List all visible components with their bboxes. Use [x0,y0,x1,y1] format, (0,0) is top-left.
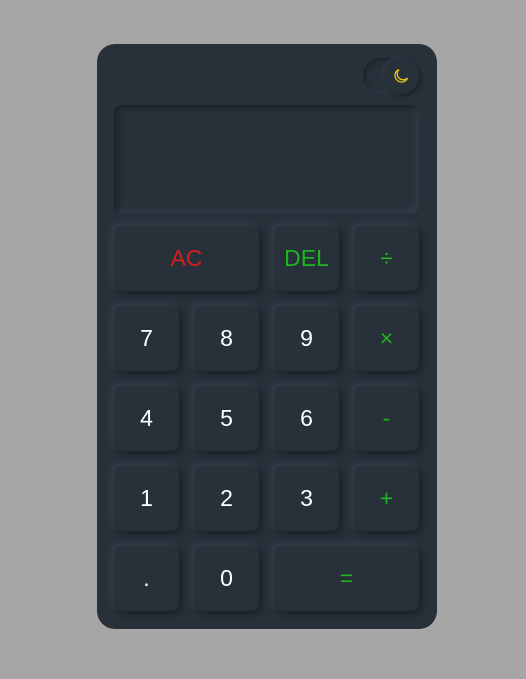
plus-button[interactable]: + [354,466,419,531]
minus-button[interactable]: - [354,386,419,451]
theme-toggle[interactable] [363,58,419,94]
digit-0-button[interactable]: 0 [194,546,259,611]
toggle-knob[interactable] [383,58,419,94]
all-clear-button[interactable]: AC [114,226,259,291]
digit-4-button[interactable]: 4 [114,386,179,451]
delete-button[interactable]: DEL [274,226,339,291]
result-display [114,105,419,213]
digit-8-button[interactable]: 8 [194,306,259,371]
divide-button[interactable]: ÷ [354,226,419,291]
digit-1-button[interactable]: 1 [114,466,179,531]
equals-button[interactable]: = [274,546,419,611]
moon-icon [394,68,409,83]
multiply-button[interactable]: × [354,306,419,371]
digit-9-button[interactable]: 9 [274,306,339,371]
digit-3-button[interactable]: 3 [274,466,339,531]
digit-6-button[interactable]: 6 [274,386,339,451]
digit-2-button[interactable]: 2 [194,466,259,531]
digit-7-button[interactable]: 7 [114,306,179,371]
decimal-point-button[interactable]: . [114,546,179,611]
digit-5-button[interactable]: 5 [194,386,259,451]
calculator: AC DEL ÷ 7 8 9 × 4 5 6 - 1 2 3 + . 0 = [97,44,437,629]
